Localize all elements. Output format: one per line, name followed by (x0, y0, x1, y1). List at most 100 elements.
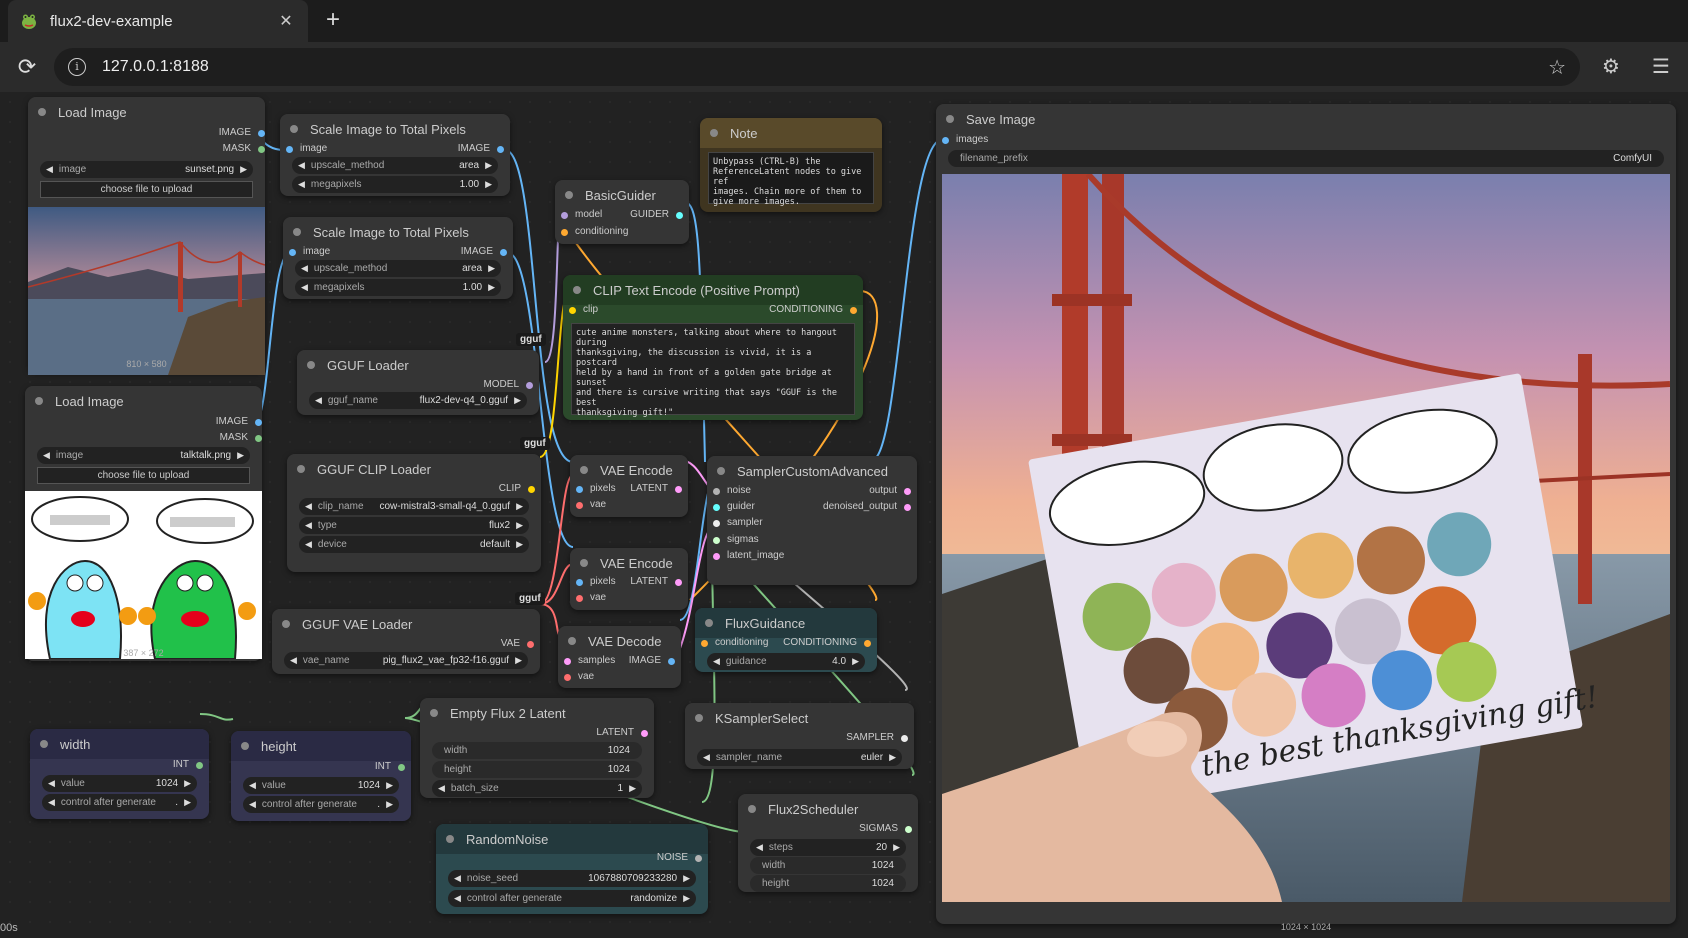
slot-pin[interactable] (569, 307, 576, 314)
node-header[interactable]: KSamplerSelect (685, 703, 914, 733)
megapixels-widget[interactable]: ◀ megapixels 1.00 ▶ (295, 279, 501, 296)
input-pixels[interactable]: pixels (576, 483, 616, 494)
empty-flux2-latent-node[interactable]: Empty Flux 2 Latent LATENT width 1024 hei… (420, 698, 654, 798)
input-vae[interactable]: vae (576, 499, 606, 510)
slot-pin[interactable] (905, 826, 912, 833)
left-arrow-icon[interactable]: ◀ (48, 778, 55, 789)
node-header[interactable]: BasicGuider (555, 180, 689, 210)
right-arrow-icon[interactable]: ▶ (889, 752, 896, 763)
node-header[interactable]: Save Image (936, 104, 1676, 134)
collapse-dot[interactable] (695, 714, 703, 722)
slot-pin[interactable] (713, 504, 720, 511)
output-image[interactable]: IMAGE (629, 655, 675, 666)
left-arrow-icon[interactable]: ◀ (298, 179, 305, 190)
node-header[interactable]: Note (700, 118, 882, 148)
slot-pin[interactable] (576, 579, 583, 586)
output-int[interactable]: INT (173, 759, 203, 770)
left-arrow-icon[interactable]: ◀ (438, 783, 445, 794)
input-images[interactable]: images (942, 134, 988, 145)
right-arrow-icon[interactable]: ▶ (516, 539, 523, 550)
info-icon[interactable]: i (68, 58, 86, 76)
slot-pin[interactable] (497, 146, 504, 153)
collapse-dot[interactable] (580, 466, 588, 474)
right-arrow-icon[interactable]: ▶ (184, 778, 191, 789)
left-arrow-icon[interactable]: ◀ (43, 450, 50, 461)
megapixels-widget[interactable]: ◀ megapixels 1.00 ▶ (292, 176, 498, 193)
output-image[interactable]: IMAGE (458, 143, 504, 154)
collapse-dot[interactable] (580, 559, 588, 567)
input-model[interactable]: model (561, 209, 602, 220)
node-header[interactable]: Scale Image to Total Pixels (283, 217, 513, 247)
slot-pin[interactable] (675, 486, 682, 493)
input-noise[interactable]: noise (713, 485, 751, 496)
collapse-dot[interactable] (565, 191, 573, 199)
left-arrow-icon[interactable]: ◀ (305, 501, 312, 512)
node-header[interactable]: GGUF CLIP Loader (287, 454, 541, 484)
slot-pin[interactable] (641, 730, 648, 737)
output-conditioning[interactable]: CONDITIONING (769, 304, 857, 315)
clip-text-encode-node[interactable]: CLIP Text Encode (Positive Prompt) clip … (563, 275, 863, 420)
output-mask[interactable]: MASK (142, 432, 262, 443)
slot-pin[interactable] (864, 640, 871, 647)
node-canvas[interactable]: Load Image IMAGE MASK ◀ image sunset.png ▶ … (0, 92, 1688, 938)
collapse-dot[interactable] (573, 286, 581, 294)
left-arrow-icon[interactable]: ◀ (454, 893, 461, 904)
width-primitive-node[interactable]: width INT ◀ value 1024 ▶ ◀ control after gen… (30, 729, 209, 819)
node-header[interactable]: height (231, 731, 411, 761)
collapse-dot[interactable] (282, 620, 290, 628)
value-widget[interactable]: ◀ value 1024 ▶ (243, 777, 399, 794)
output-sampler[interactable]: SAMPLER (846, 732, 908, 743)
left-arrow-icon[interactable]: ◀ (756, 842, 763, 853)
output-latent[interactable]: LATENT (596, 727, 648, 738)
slot-pin[interactable] (289, 249, 296, 256)
collapse-dot[interactable] (241, 742, 249, 750)
collapse-dot[interactable] (710, 129, 718, 137)
upload-button[interactable]: choose file to upload (37, 467, 250, 484)
output-image[interactable]: IMAGE (142, 416, 262, 427)
flux-guidance-node[interactable]: FluxGuidance conditioning CONDITIONING ◀… (695, 608, 877, 672)
slot-pin[interactable] (713, 537, 720, 544)
node-header[interactable]: FluxGuidance (695, 608, 877, 638)
gguf-vae-loader-node[interactable]: GGUF VAE Loader VAE ◀ vae_name pig_flux2_v… (272, 609, 540, 674)
node-header[interactable]: Scale Image to Total Pixels (280, 114, 510, 144)
save-image-node[interactable]: Save Image images filename_prefix ComfyUI (936, 104, 1676, 924)
basic-guider-node[interactable]: BasicGuider model GUIDER conditioning (555, 180, 689, 244)
left-arrow-icon[interactable]: ◀ (48, 797, 55, 808)
slot-pin[interactable] (942, 137, 949, 144)
favorites-icon[interactable]: ☰ (1648, 54, 1674, 80)
slot-pin[interactable] (676, 212, 683, 219)
flux2-scheduler-node[interactable]: Flux2Scheduler SIGMAS ◀ steps 20 ▶ width 102… (738, 794, 918, 892)
slot-pin[interactable] (701, 640, 708, 647)
node-header[interactable]: width (30, 729, 209, 759)
output-noise[interactable]: NOISE (657, 852, 702, 863)
gguf-clip-loader-node[interactable]: GGUF CLIP Loader CLIP ◀ clip_name cow-mist… (287, 454, 541, 572)
input-conditioning[interactable]: conditioning (561, 226, 628, 237)
reload-icon[interactable]: ⟳ (12, 52, 42, 82)
gguf-name-widget[interactable]: ◀ gguf_name flux2-dev-q4_0.gguf ▶ (309, 392, 527, 409)
right-arrow-icon[interactable]: ▶ (485, 160, 492, 171)
slot-pin[interactable] (286, 146, 293, 153)
node-header[interactable]: CLIP Text Encode (Positive Prompt) (563, 275, 863, 305)
bookmark-star-icon[interactable]: ☆ (1548, 55, 1566, 80)
height-widget[interactable]: height 1024 (432, 761, 642, 778)
vae-name-widget[interactable]: ◀ vae_name pig_flux2_vae_fp32-f16.gguf ▶ (284, 652, 528, 669)
collapse-dot[interactable] (705, 619, 713, 627)
vae-encode-node-1[interactable]: VAE Encode pixels LATENT vae (570, 455, 688, 517)
right-arrow-icon[interactable]: ▶ (386, 780, 393, 791)
vae-decode-node[interactable]: VAE Decode samples IMAGE vae (558, 626, 681, 688)
slot-pin[interactable] (675, 579, 682, 586)
input-pixels[interactable]: pixels (576, 576, 616, 587)
slot-pin[interactable] (901, 735, 908, 742)
value-widget[interactable]: ◀ value 1024 ▶ (42, 775, 197, 792)
collapse-dot[interactable] (430, 709, 438, 717)
input-image[interactable]: image (286, 143, 327, 154)
steps-widget[interactable]: ◀ steps 20 ▶ (750, 839, 906, 856)
node-header[interactable]: Flux2Scheduler (738, 794, 918, 824)
vae-encode-node-2[interactable]: VAE Encode pixels LATENT vae (570, 548, 688, 610)
output-model[interactable]: MODEL (483, 379, 533, 390)
right-arrow-icon[interactable]: ▶ (488, 282, 495, 293)
slot-pin[interactable] (258, 146, 265, 153)
slot-pin[interactable] (576, 595, 583, 602)
node-header[interactable]: Empty Flux 2 Latent (420, 698, 654, 728)
left-arrow-icon[interactable]: ◀ (305, 539, 312, 550)
